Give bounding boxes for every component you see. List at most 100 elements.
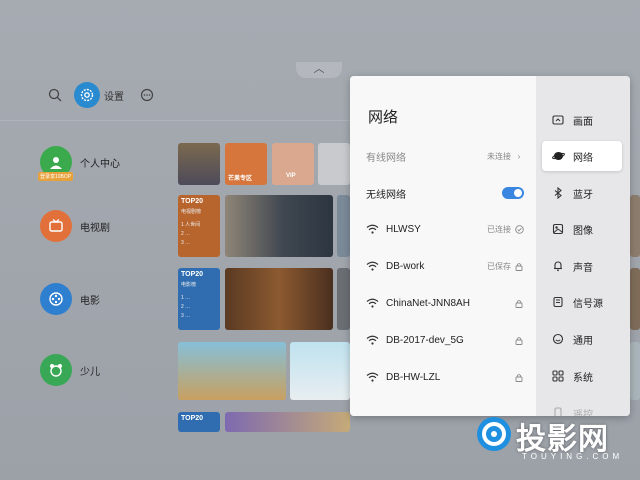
login-badge: 登录享10BOP bbox=[38, 172, 74, 181]
menu-item-image[interactable]: 图像 bbox=[542, 214, 622, 244]
watermark: 投影网 TOUYING.COM bbox=[470, 410, 640, 480]
menu-label: 图像 bbox=[573, 225, 593, 237]
menu-item-sound[interactable]: 声音 bbox=[542, 251, 622, 281]
launcher-topbar: 设置 bbox=[44, 78, 158, 112]
menu-label: 声音 bbox=[573, 262, 593, 274]
wired-status: 未连接 bbox=[487, 151, 511, 161]
menu-label: 蓝牙 bbox=[573, 189, 593, 201]
top20-label: TOP20 bbox=[181, 198, 204, 205]
category-user-center[interactable]: 登录享10BOP 个人中心 bbox=[38, 146, 120, 181]
message-icon[interactable] bbox=[136, 84, 158, 106]
mango-zone-tile[interactable]: 芒果专区 bbox=[225, 143, 267, 185]
category-movie[interactable]: 电影 bbox=[40, 283, 100, 315]
menu-label: 画面 bbox=[573, 116, 593, 128]
top20-label: TOP20 bbox=[181, 271, 204, 278]
category-label: 电视剧 bbox=[80, 222, 110, 234]
top20-sub: 电视剧榜 bbox=[181, 209, 202, 215]
wifi-ssid: DB-2017-dev_5G bbox=[386, 334, 464, 346]
vip-label: VIP bbox=[286, 173, 296, 179]
picture-icon bbox=[551, 113, 565, 127]
topbar-divider bbox=[0, 120, 350, 121]
general-icon bbox=[551, 332, 565, 346]
top20-label: TOP20 bbox=[181, 415, 204, 422]
poster-tile[interactable] bbox=[630, 195, 640, 257]
poster-tile[interactable] bbox=[178, 143, 220, 185]
kids-cartoon-tile[interactable] bbox=[290, 342, 350, 400]
kids-cartoon-tile[interactable] bbox=[178, 342, 286, 400]
category-tv-series[interactable]: 电视剧 bbox=[40, 210, 110, 242]
top20-item: 3 … bbox=[181, 313, 191, 319]
wireless-toggle[interactable] bbox=[502, 187, 524, 199]
touying-logo-icon bbox=[477, 417, 511, 451]
wifi-status: 已保存 bbox=[487, 261, 511, 271]
top20-item: 3 … bbox=[181, 240, 191, 246]
menu-item-network[interactable]: 网络 bbox=[542, 141, 622, 171]
top20-item: 2 … bbox=[181, 231, 191, 237]
bell-icon bbox=[551, 259, 565, 273]
wifi-ssid: DB-work bbox=[386, 260, 425, 272]
top20-bottom-tile[interactable]: TOP20 bbox=[178, 412, 220, 432]
settings-menu: 画面 网络 蓝牙 图像 声音 信号源 通用 系统 遥控 bbox=[536, 76, 630, 416]
wired-network-label: 有线网络 bbox=[366, 152, 406, 164]
wifi-status: 已连接 bbox=[487, 224, 511, 234]
image-icon bbox=[551, 222, 565, 236]
menu-item-bluetooth[interactable]: 蓝牙 bbox=[542, 178, 622, 208]
vip-tile[interactable]: VIP bbox=[272, 143, 314, 185]
top20-tv-tile[interactable]: TOP20 电视剧榜 1 人世间 2 … 3 … bbox=[178, 195, 220, 257]
menu-item-general[interactable]: 通用 bbox=[542, 324, 622, 354]
wifi-row-db-work[interactable]: DB-work 已保存 bbox=[350, 256, 536, 276]
settings-gear-icon[interactable] bbox=[74, 82, 100, 108]
news-tile[interactable] bbox=[318, 143, 350, 185]
wifi-signal-icon bbox=[366, 260, 380, 272]
film-reel-icon bbox=[40, 283, 72, 315]
wireless-network-label: 无线网络 bbox=[366, 189, 406, 201]
signal-source-icon bbox=[551, 295, 565, 309]
menu-item-signal-source[interactable]: 信号源 bbox=[542, 287, 622, 317]
search-icon[interactable] bbox=[44, 84, 66, 106]
globe-icon bbox=[551, 149, 565, 163]
poster-tile[interactable] bbox=[337, 268, 350, 330]
lock-icon bbox=[514, 261, 524, 271]
wifi-row-db-hw-lzl[interactable]: DB-HW-LZL bbox=[350, 367, 536, 387]
lock-icon bbox=[514, 335, 524, 345]
poster-tile[interactable] bbox=[630, 342, 640, 400]
featured-movie-tile[interactable] bbox=[225, 268, 333, 330]
menu-label: 系统 bbox=[573, 372, 593, 384]
wifi-row-chinanet[interactable]: ChinaNet-JNN8AH bbox=[350, 293, 536, 313]
featured-series-tile[interactable] bbox=[225, 195, 333, 257]
wireless-network-row[interactable]: 无线网络 bbox=[350, 183, 536, 203]
wired-network-row[interactable]: 有线网络 未连接 › bbox=[350, 146, 536, 166]
kids-icon bbox=[40, 354, 72, 386]
menu-item-system[interactable]: 系统 bbox=[542, 361, 622, 391]
wifi-row-db-2017-dev[interactable]: DB-2017-dev_5G bbox=[350, 330, 536, 350]
bluetooth-icon bbox=[551, 186, 565, 200]
top20-movie-tile[interactable]: TOP20 电影榜 1 … 2 … 3 … bbox=[178, 268, 220, 330]
top20-item: 1 … bbox=[181, 295, 191, 301]
tv-icon bbox=[40, 210, 72, 242]
menu-label: 通用 bbox=[573, 335, 593, 347]
mango-zone-label: 芒果专区 bbox=[228, 176, 253, 182]
wifi-signal-icon bbox=[366, 371, 380, 383]
system-icon bbox=[551, 369, 565, 383]
menu-item-picture[interactable]: 画面 bbox=[542, 105, 622, 135]
poster-tile[interactable] bbox=[630, 268, 640, 330]
lock-icon bbox=[514, 372, 524, 382]
watermark-subtext: TOUYING.COM bbox=[522, 452, 624, 461]
settings-panel: 网络 有线网络 未连接 › 无线网络 HLWSY 已连接 DB-work 已保存… bbox=[350, 76, 630, 416]
chevron-up-icon[interactable]: ︿ bbox=[296, 62, 342, 78]
wifi-ssid: ChinaNet-JNN8AH bbox=[386, 297, 470, 309]
category-kids[interactable]: 少儿 bbox=[40, 354, 100, 386]
wifi-ssid: DB-HW-LZL bbox=[386, 371, 441, 383]
check-icon bbox=[514, 224, 524, 234]
category-label: 电影 bbox=[80, 295, 100, 307]
wifi-signal-icon bbox=[366, 223, 380, 235]
wifi-ssid: HLWSY bbox=[386, 223, 421, 235]
top20-sub: 电影榜 bbox=[181, 282, 197, 288]
network-detail-pane: 网络 有线网络 未连接 › 无线网络 HLWSY 已连接 DB-work 已保存… bbox=[350, 76, 536, 416]
lock-icon bbox=[514, 298, 524, 308]
poster-tile[interactable] bbox=[225, 412, 350, 432]
wifi-row-hlwsy[interactable]: HLWSY 已连接 bbox=[350, 219, 536, 239]
category-label: 个人中心 bbox=[80, 158, 120, 170]
menu-label: 信号源 bbox=[573, 298, 603, 310]
poster-tile[interactable] bbox=[337, 195, 350, 257]
